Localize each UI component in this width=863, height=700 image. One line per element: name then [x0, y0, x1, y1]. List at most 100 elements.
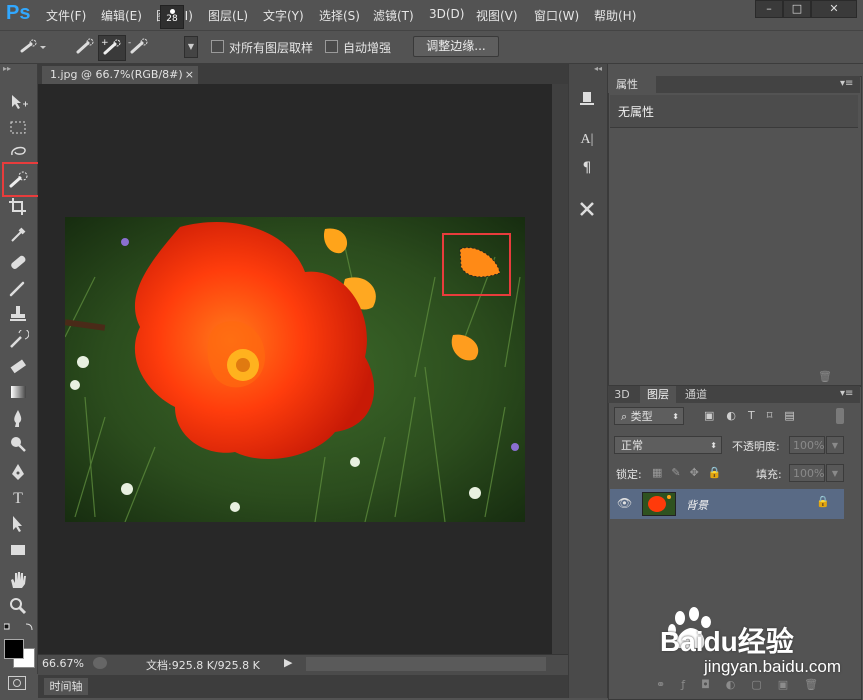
eraser-tool[interactable] [6, 356, 30, 378]
pen-tool[interactable] [6, 462, 30, 484]
character-panel-icon[interactable]: A| [577, 130, 597, 150]
layer-thumbnail [642, 492, 676, 516]
tab-3d[interactable]: 3D [610, 386, 634, 403]
menu-type[interactable]: 文字(Y) [263, 7, 304, 24]
marquee-icon [10, 121, 26, 134]
drop-icon [14, 410, 22, 427]
lasso-tool[interactable] [6, 141, 30, 163]
brush-dropdown-arrow[interactable]: ▼ [184, 36, 198, 58]
crop-tool[interactable] [6, 196, 30, 218]
document-size-info: 文档:925.8 K/925.8 K [146, 659, 260, 672]
brush-subtract-icon: - [128, 38, 148, 54]
brush-size-picker[interactable]: 28 [160, 5, 184, 29]
lock-options-icons[interactable]: ▦✎✥🔒 [652, 466, 732, 479]
properties-empty-label: 无属性 [618, 105, 655, 119]
default-colors-icon[interactable] [3, 621, 34, 631]
status-info-icon[interactable] [93, 657, 107, 669]
close-window-button[interactable]: ✕ [811, 0, 857, 18]
zoom-tool[interactable] [6, 596, 30, 618]
layer-filter-kind-select[interactable]: ⌕ 类型 ⬍ [614, 407, 684, 425]
tab-layers[interactable]: 图层 [640, 386, 676, 403]
fill-input[interactable]: 100% [789, 464, 825, 482]
hand-icon [11, 572, 26, 588]
fill-dropdown-icon[interactable]: ▼ [826, 464, 844, 482]
maximize-button[interactable]: □ [783, 0, 811, 18]
menu-layer[interactable]: 图层(L) [208, 7, 248, 24]
foreground-color-swatch[interactable] [4, 639, 24, 659]
tools-collapse-icon[interactable]: ▸▸ [3, 64, 11, 73]
tool-preset-picker[interactable] [18, 38, 48, 56]
move-tool[interactable] [6, 92, 30, 114]
timeline-tab[interactable]: 时间轴 [44, 678, 88, 695]
menu-edit[interactable]: 编辑(E) [101, 7, 142, 24]
filter-toggle-switch[interactable] [836, 408, 844, 424]
horizontal-scrollbar[interactable] [306, 657, 546, 671]
marquee-tool[interactable] [6, 118, 30, 140]
healing-brush-tool[interactable] [6, 252, 30, 274]
blend-mode-select[interactable]: 正常 ⬍ [614, 436, 722, 454]
paragraph-panel-icon[interactable]: ¶ [577, 158, 597, 178]
eyedropper-icon [11, 227, 26, 242]
properties-menu-icon[interactable]: ▾≡ [840, 78, 853, 89]
close-document-icon[interactable]: × [185, 66, 194, 84]
menu-help[interactable]: 帮助(H) [594, 7, 636, 24]
layer-name[interactable]: 背景 [686, 497, 708, 513]
sample-all-layers-label: 对所有图层取样 [229, 41, 314, 55]
dodge-tool[interactable] [6, 434, 30, 456]
menu-file[interactable]: 文件(F) [46, 7, 86, 24]
type-tool[interactable]: T [6, 488, 30, 510]
auto-enhance-checkbox[interactable] [325, 40, 338, 53]
status-menu-arrow-icon[interactable]: ▶ [284, 656, 292, 669]
brush-tool[interactable] [6, 278, 30, 300]
auto-enhance-label: 自动增强 [343, 41, 392, 55]
layer-filter-icons[interactable]: ▣◐T⌑▤ [704, 409, 834, 423]
watermark-brand: Baidu经验 [660, 626, 794, 657]
clone-stamp-tool[interactable] [6, 304, 30, 326]
gradient-icon [11, 386, 26, 398]
subtract-selection-brush-button[interactable]: - [127, 36, 151, 58]
menu-view[interactable]: 视图(V) [476, 7, 518, 24]
tools-presets-icon[interactable] [577, 199, 597, 219]
refine-edge-button[interactable]: 调整边缘... [413, 36, 499, 57]
opacity-dropdown-icon[interactable]: ▼ [826, 436, 844, 454]
menu-window[interactable]: 窗口(W) [534, 7, 579, 24]
dock-collapse-icon[interactable]: ◂◂ [594, 64, 602, 73]
layers-menu-icon[interactable]: ▾≡ [840, 388, 853, 399]
svg-text:-: - [128, 38, 131, 48]
new-selection-brush-button[interactable] [73, 36, 97, 58]
rectangle-icon [11, 545, 25, 555]
quick-mask-icon[interactable] [8, 676, 26, 690]
history-panel-icon[interactable] [577, 88, 597, 108]
quick-selection-tool[interactable] [7, 170, 31, 192]
lock-label: 锁定: [616, 468, 642, 481]
opacity-input[interactable]: 100% [789, 436, 825, 454]
blur-tool[interactable] [6, 408, 30, 430]
minimize-button[interactable]: – [755, 0, 783, 18]
svg-text:+: + [101, 38, 109, 48]
vertical-scrollbar[interactable] [552, 84, 568, 654]
menu-select[interactable]: 选择(S) [319, 7, 360, 24]
tab-channels[interactable]: 通道 [678, 386, 714, 403]
path-selection-tool[interactable] [6, 514, 30, 536]
type-icon: T [13, 490, 23, 507]
eye-visibility-icon[interactable]: 👁 [617, 496, 632, 510]
sample-all-layers-checkbox[interactable] [211, 40, 224, 53]
properties-delete-icon[interactable]: 🗑 [818, 370, 832, 383]
menu-3d[interactable]: 3D(D) [429, 7, 464, 21]
hand-tool[interactable] [6, 570, 30, 592]
rectangle-tool[interactable] [6, 540, 30, 562]
document-title: 1.jpg @ 66.7%(RGB/8#) [50, 68, 183, 81]
zoom-level[interactable]: 66.67% [42, 657, 84, 670]
brush-size-value: 28 [166, 14, 178, 24]
properties-tab[interactable]: 属性 [608, 76, 656, 93]
eraser-icon [10, 359, 27, 374]
lasso-icon [11, 146, 26, 156]
menu-filter[interactable]: 滤镜(T) [373, 7, 414, 24]
magnifier-icon [10, 598, 27, 615]
add-to-selection-brush-button[interactable]: + [98, 35, 126, 61]
document-tab[interactable]: 1.jpg @ 66.7%(RGB/8#) × [42, 66, 198, 84]
eyedropper-tool[interactable] [6, 224, 30, 246]
gradient-tool[interactable] [6, 382, 30, 404]
layers-bottom-icons[interactable]: ⚭ƒ◘◐▢▣🗑 [656, 678, 836, 691]
history-brush-tool[interactable] [6, 328, 30, 352]
